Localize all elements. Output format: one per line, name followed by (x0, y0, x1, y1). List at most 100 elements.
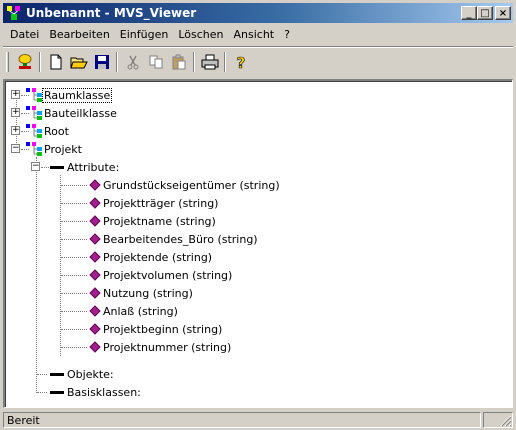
new-button[interactable] (44, 51, 67, 73)
dash-icon (50, 391, 64, 394)
title-bar[interactable]: Unbenannt - MVS_Viewer _ □ × (3, 3, 513, 23)
tree-item-label: Projektende (string) (103, 250, 213, 264)
window-title: Unbenannt - MVS_Viewer (26, 6, 197, 20)
diamond-icon (89, 179, 101, 191)
toolbar-separator (39, 52, 41, 72)
cut-button[interactable] (121, 51, 144, 73)
tree-item-label: Projektvolumen (string) (103, 268, 233, 282)
toolbar-separator (193, 52, 195, 72)
tree-line (61, 311, 87, 312)
tree-item-raumklasse[interactable]: + Raumklasse (11, 86, 113, 104)
tree-line (61, 185, 87, 186)
tree-item-bauteilklasse[interactable]: + Bauteilklasse (11, 104, 119, 122)
tree-item-attribute-leaf[interactable]: Projektnummer (string) (89, 338, 233, 356)
menu-ansicht[interactable]: Ansicht (229, 26, 280, 43)
save-button[interactable] (90, 51, 113, 73)
diamond-icon (89, 305, 101, 317)
tree-item-label: Projektname (string) (103, 214, 216, 228)
tree-item-attribute-leaf[interactable]: Projektname (string) (89, 212, 218, 230)
maximize-button[interactable]: □ (477, 6, 493, 20)
collapse-toggle[interactable]: − (31, 162, 40, 171)
tree-item-attribute-leaf[interactable]: Grundstückseigentümer (string) (89, 176, 282, 194)
tree-item-projekt[interactable]: − Projekt (11, 140, 84, 158)
tree-line (61, 275, 87, 276)
diamond-icon (89, 269, 101, 281)
tree-item-label: Attribute: (67, 160, 120, 174)
save-icon (94, 55, 109, 69)
tree-item-attribute[interactable]: − Attribute: (31, 158, 121, 176)
expand-toggle[interactable]: + (11, 126, 20, 135)
expand-toggle[interactable]: + (11, 108, 20, 117)
tree-item-label: Bauteilklasse (44, 106, 117, 120)
tree-item-attribute-leaf[interactable]: Nutzung (string) (89, 284, 195, 302)
print-icon (201, 54, 218, 70)
tree-item-label: Bearbeitendes_Büro (string) (103, 232, 258, 246)
tree-item-attribute-leaf[interactable]: Projektbeginn (string) (89, 320, 224, 338)
caption-buttons: _ □ × (461, 6, 511, 20)
copy-icon (149, 55, 162, 69)
tree-item-label: Grundstückseigentümer (string) (103, 178, 280, 192)
tree-item-label: Anlaß (string) (103, 304, 178, 318)
help-button[interactable]: ? (229, 51, 252, 73)
minimize-button[interactable]: _ (461, 6, 477, 20)
close-button[interactable]: × (495, 6, 511, 20)
diamond-icon (89, 323, 101, 335)
paste-button[interactable] (167, 51, 190, 73)
cut-icon (127, 55, 138, 70)
tree-line (61, 257, 87, 258)
class-icon (26, 142, 42, 156)
resize-grip-icon[interactable] (498, 413, 512, 427)
tree-line (61, 347, 87, 348)
tree-line (61, 203, 87, 204)
tree-item-objekte[interactable]: Objekte: (49, 365, 116, 383)
tree-item-label: Raumklasse (42, 87, 113, 103)
diamond-icon (89, 341, 101, 353)
tree-view[interactable]: + Raumklasse + Bauteilklasse + Root − Pr… (3, 79, 513, 408)
open-button[interactable] (67, 51, 90, 73)
diamond-icon (89, 251, 101, 263)
menu-datei[interactable]: Datei (5, 26, 44, 43)
menu-help[interactable]: ? (279, 26, 295, 43)
new-file-icon (50, 54, 61, 70)
status-bar: Bereit (3, 411, 513, 428)
tree-line (61, 293, 87, 294)
toolbar: ? (3, 49, 513, 75)
class-icon (26, 106, 42, 120)
dash-icon (50, 166, 64, 169)
expand-toggle[interactable]: + (11, 90, 20, 99)
diamond-icon (89, 215, 101, 227)
class-icon (26, 124, 42, 138)
tree-item-attribute-leaf[interactable]: Bearbeitendes_Büro (string) (89, 230, 260, 248)
tree-item-label: Objekte: (67, 367, 114, 381)
print-button[interactable] (198, 51, 221, 73)
app-window: Unbenannt - MVS_Viewer _ □ × Datei Bearb… (0, 0, 516, 430)
tree-line (61, 329, 87, 330)
status-pane (483, 411, 513, 428)
tree-item-attribute-leaf[interactable]: Projektvolumen (string) (89, 266, 234, 284)
tree-line (61, 221, 87, 222)
copy-button[interactable] (144, 51, 167, 73)
menu-bar: Datei Bearbeiten Einfügen Löschen Ansich… (3, 25, 513, 44)
menu-loeschen[interactable]: Löschen (173, 26, 228, 43)
connect-icon (18, 54, 31, 69)
tree-item-root[interactable]: + Root (11, 122, 71, 140)
dash-icon (50, 373, 64, 376)
app-icon[interactable] (6, 5, 22, 21)
tree-item-basisklassen[interactable]: Basisklassen: (49, 383, 143, 401)
class-icon (26, 88, 42, 102)
tree-line (37, 392, 47, 393)
tree-item-label: Projektträger (string) (103, 196, 219, 210)
tree-item-attribute-leaf[interactable]: Anlaß (string) (89, 302, 180, 320)
toolbar-grip[interactable] (6, 52, 9, 72)
tree-line (36, 157, 37, 393)
svg-text:?: ? (236, 54, 245, 70)
toolbar-separator (116, 52, 118, 72)
tree-item-label: Basisklassen: (67, 385, 141, 399)
collapse-toggle[interactable]: − (11, 144, 20, 153)
tree-item-attribute-leaf[interactable]: Projektträger (string) (89, 194, 220, 212)
menu-bearbeiten[interactable]: Bearbeiten (44, 26, 114, 43)
tree-item-attribute-leaf[interactable]: Projektende (string) (89, 248, 214, 266)
menu-einfuegen[interactable]: Einfügen (115, 26, 174, 43)
connect-button[interactable] (13, 51, 36, 73)
status-text: Bereit (3, 411, 481, 428)
